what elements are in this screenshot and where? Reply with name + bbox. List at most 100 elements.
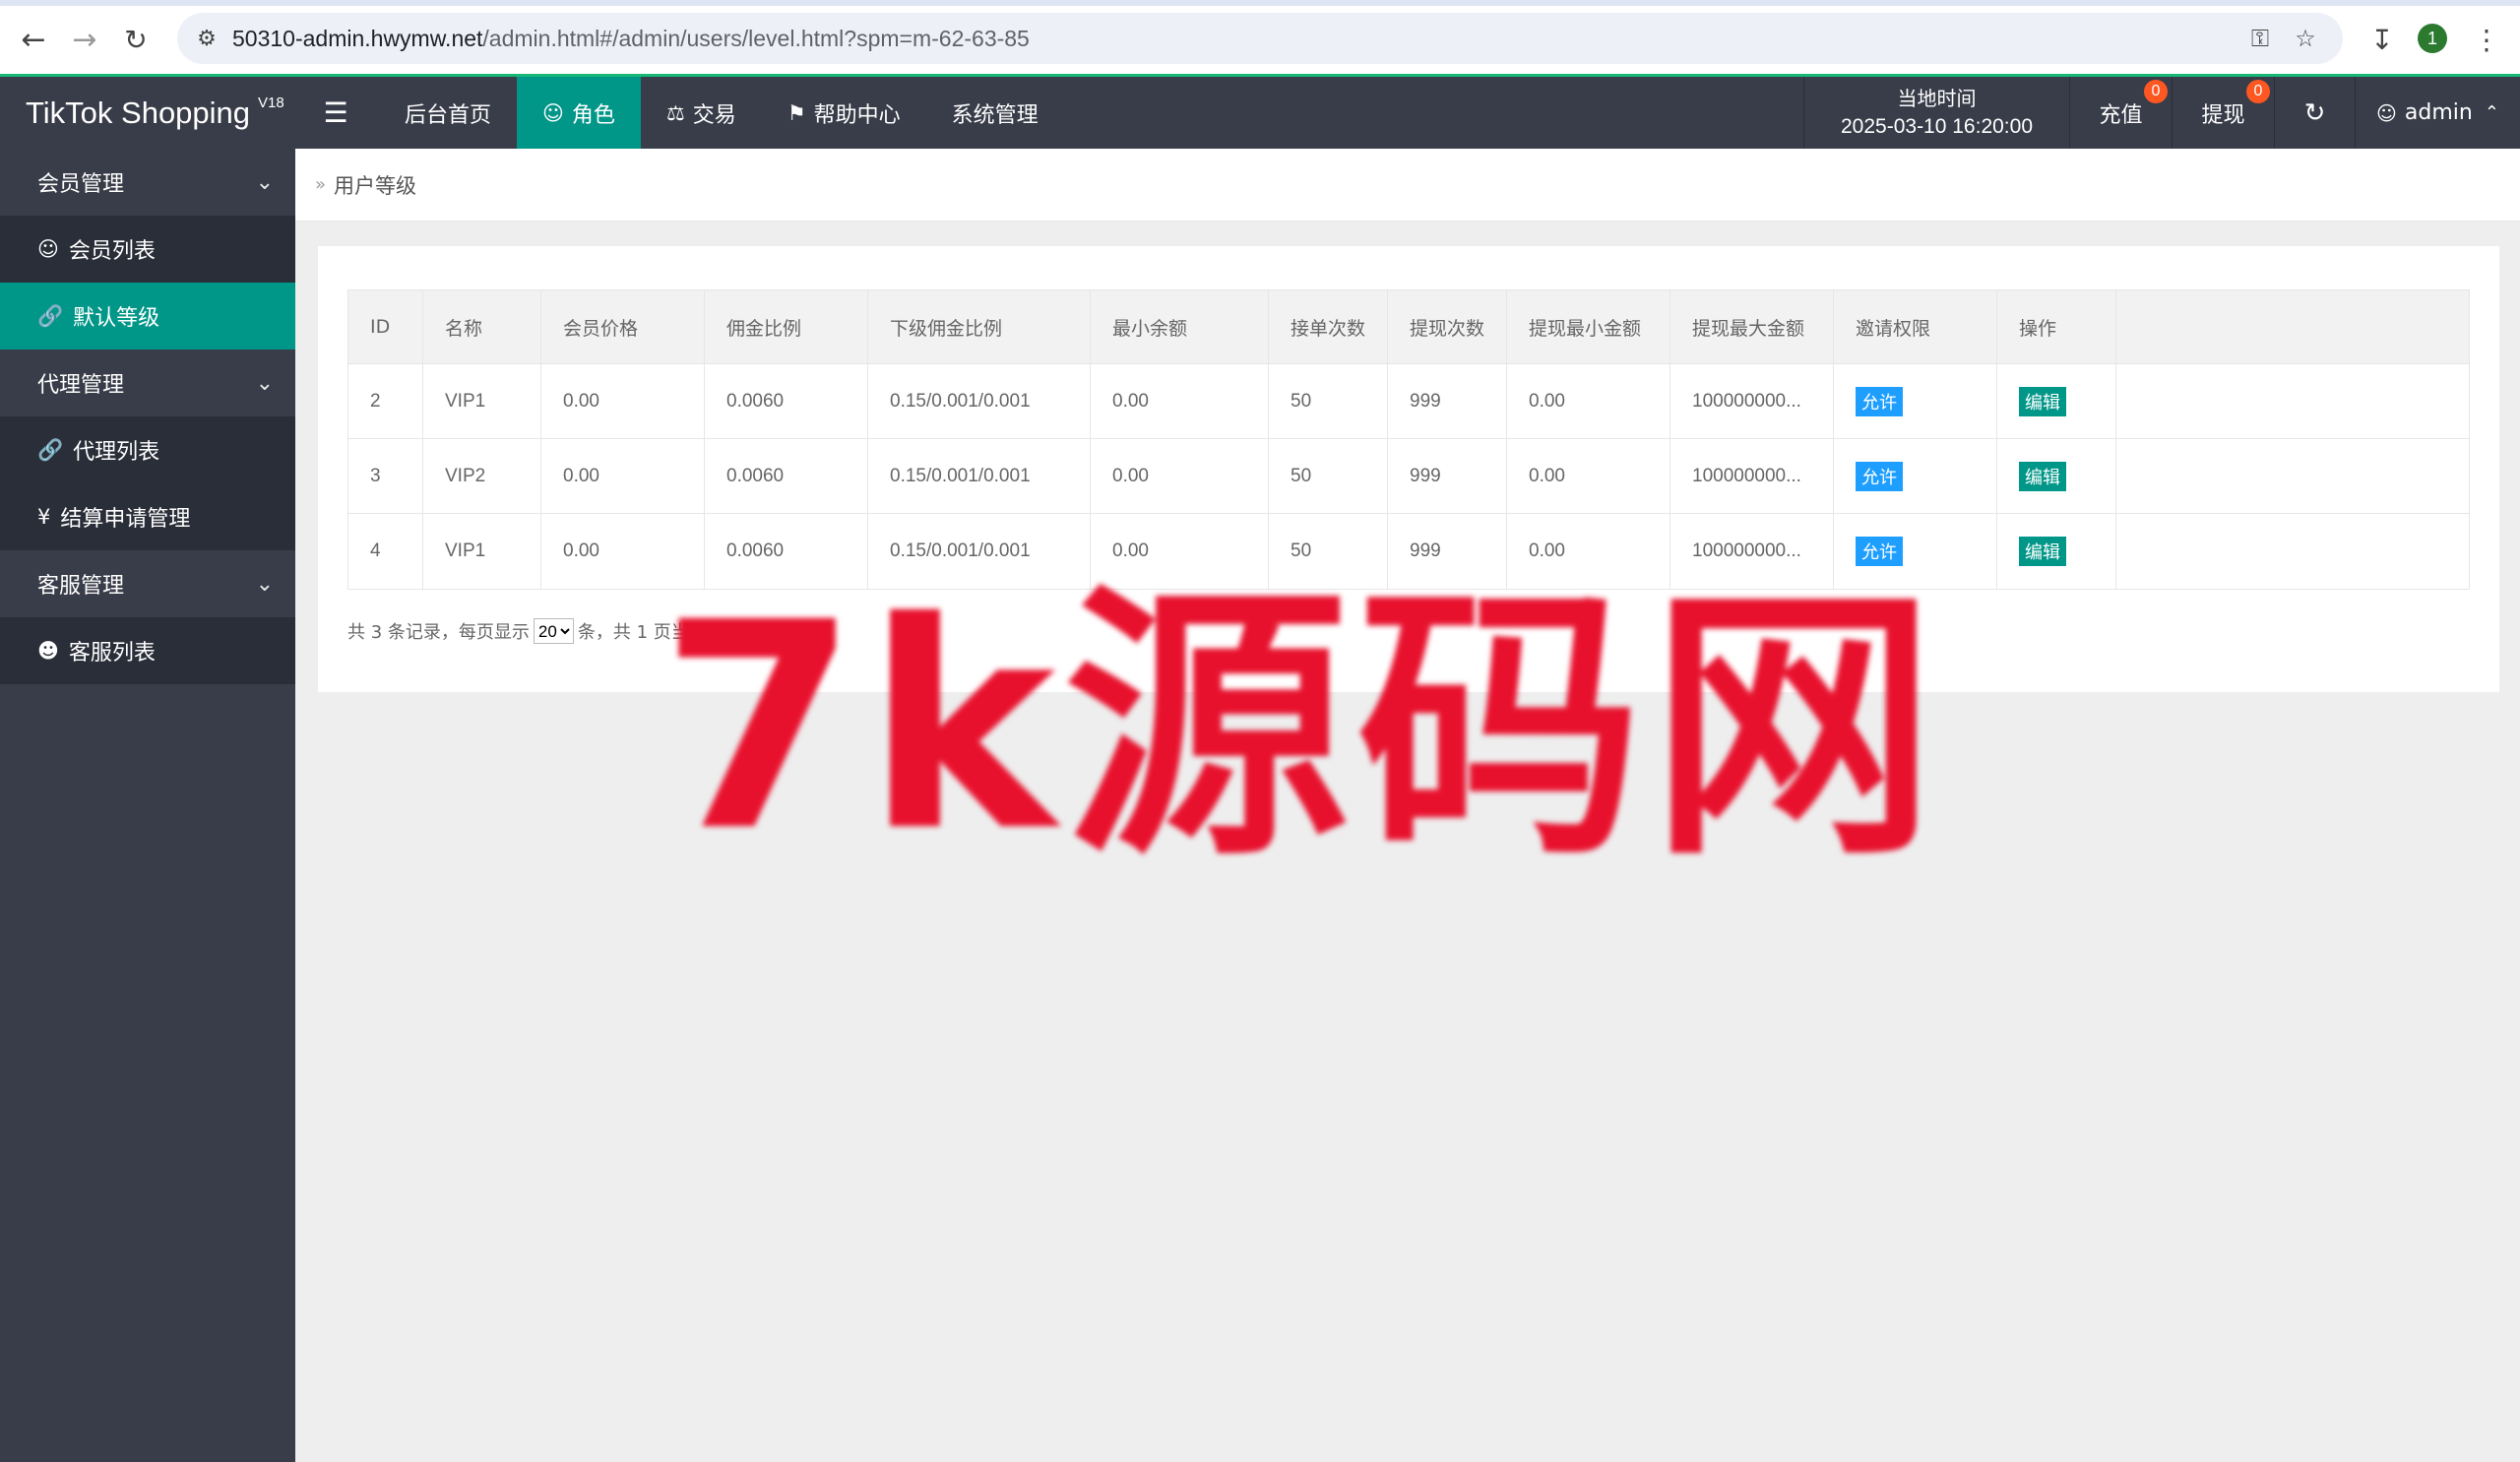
cell-withdraw-count: 999 — [1388, 439, 1507, 513]
level-table: ID 名称 会员价格 佣金比例 下级佣金比例 最小余额 接单次数 提现次数 提现… — [347, 289, 2470, 590]
column-header: 操作 — [1997, 290, 2116, 363]
refresh-icon[interactable]: ↻ — [2274, 77, 2355, 149]
chevron-up-icon: ⌃ — [2484, 102, 2499, 123]
cell-name: VIP1 — [423, 364, 541, 438]
app-logo[interactable]: TikTok Shopping V18 — [0, 77, 295, 149]
cell-withdraw-max: 100000000... — [1670, 364, 1834, 438]
link-icon: 🔗 — [37, 437, 64, 462]
cell-sub-commission: 0.15/0.001/0.001 — [868, 439, 1091, 513]
cell-name: VIP2 — [423, 439, 541, 513]
recharge-badge: 0 — [2144, 80, 2168, 103]
user-icon: ☺ — [542, 100, 564, 125]
sidebar-item-label: 默认等级 — [73, 306, 160, 331]
sidebar-item-settlement[interactable]: ¥ 结算申请管理 — [0, 483, 295, 550]
url-host: 50310-admin.hwymw.net — [232, 26, 483, 51]
allow-tag[interactable]: 允许 — [1856, 461, 1903, 491]
recharge-button[interactable]: 充值 0 — [2069, 77, 2172, 149]
recharge-label: 充值 — [2099, 102, 2143, 128]
cell-invite: 允许 — [1834, 439, 1997, 513]
address-bar[interactable]: ⚙ 50310-admin.hwymw.net/admin.html#/admi… — [177, 13, 2343, 64]
nav-trade[interactable]: ⚖ 交易 — [641, 77, 762, 149]
cell-name: VIP1 — [423, 514, 541, 589]
nav-help[interactable]: ⚑ 帮助中心 — [762, 77, 926, 149]
edit-button[interactable]: 编辑 — [2019, 461, 2066, 491]
sidebar-item-member-list[interactable]: ☺ 会员列表 — [0, 216, 295, 283]
withdraw-button[interactable]: 提现 0 — [2172, 77, 2274, 149]
cell-spacer — [2116, 439, 2469, 513]
cell-price: 0.00 — [541, 439, 705, 513]
sidebar-item-service-list[interactable]: ☻ 客服列表 — [0, 617, 295, 684]
sidebar-group-label: 代理管理 — [37, 373, 125, 398]
cell-withdraw-min: 0.00 — [1507, 439, 1670, 513]
cell-id: 2 — [348, 364, 423, 438]
sidebar-group-members[interactable]: 会员管理 ⌄ — [0, 149, 295, 216]
page-size-select[interactable]: 20 — [533, 618, 574, 644]
sidebar-item-agent-list[interactable]: 🔗 代理列表 — [0, 416, 295, 483]
cell-withdraw-min: 0.00 — [1507, 364, 1670, 438]
sidebar-group-label: 客服管理 — [37, 574, 125, 599]
edit-button[interactable]: 编辑 — [2019, 537, 2066, 566]
sidebar-item-label: 代理列表 — [73, 440, 160, 465]
column-header: 接单次数 — [1269, 290, 1388, 363]
table-row: 2 VIP1 0.00 0.0060 0.15/0.001/0.001 0.00… — [348, 364, 2469, 439]
allow-tag[interactable]: 允许 — [1856, 386, 1903, 416]
column-header: ID — [348, 290, 423, 363]
reload-icon[interactable]: ↻ — [116, 20, 156, 59]
edit-button[interactable]: 编辑 — [2019, 386, 2066, 416]
url-path: /admin.html#/admin/users/level.html?spm=… — [482, 26, 1030, 51]
cell-sub-commission: 0.15/0.001/0.001 — [868, 364, 1091, 438]
cell-commission: 0.0060 — [705, 439, 868, 513]
back-icon[interactable]: ← — [14, 20, 53, 59]
column-header: 提现最小金额 — [1507, 290, 1670, 363]
sidebar-item-label: 会员列表 — [68, 239, 156, 264]
cell-min-balance: 0.00 — [1091, 364, 1269, 438]
chevron-down-icon: ⌄ — [255, 370, 274, 396]
chevron-down-icon: ⌄ — [255, 169, 274, 195]
column-header: 下级佣金比例 — [868, 290, 1091, 363]
watermark: 7k源码网 — [660, 562, 1944, 894]
cell-spacer — [2116, 514, 2469, 589]
menu-toggle-icon[interactable]: ☰ — [313, 77, 358, 149]
browser-toolbar: ← → ↻ ⚙ 50310-admin.hwymw.net/admin.html… — [0, 0, 2520, 77]
admin-user-icon: ☺ — [2376, 100, 2397, 125]
profile-avatar[interactable]: 1 — [2418, 24, 2447, 53]
nav-system[interactable]: 系统管理 — [926, 77, 1064, 149]
nav-home[interactable]: 后台首页 — [379, 77, 517, 149]
sidebar-item-default-level[interactable]: 🔗 默认等级 — [0, 283, 295, 350]
column-header: 佣金比例 — [705, 290, 868, 363]
star-icon[interactable]: ☆ — [2290, 23, 2321, 54]
admin-menu[interactable]: ☺ admin ⌃ — [2355, 77, 2520, 149]
app-header: TikTok Shopping V18 ☰ 后台首页 ☺ 角色 ⚖ 交易 ⚑ 帮助中心 … — [0, 77, 2520, 149]
site-settings-icon[interactable]: ⚙ — [191, 23, 222, 54]
cell-withdraw-count: 999 — [1388, 364, 1507, 438]
nav-help-label: 帮助中心 — [813, 102, 901, 128]
admin-name: admin — [2404, 100, 2473, 125]
url-text[interactable]: 50310-admin.hwymw.net/admin.html#/admin/… — [232, 23, 1030, 54]
column-header: 名称 — [423, 290, 541, 363]
cell-action: 编辑 — [1997, 439, 2116, 513]
double-chevron-icon: » — [315, 174, 327, 195]
cell-id: 3 — [348, 439, 423, 513]
breadcrumb-current: 用户等级 — [334, 173, 417, 198]
sidebar-group-service[interactable]: 客服管理 ⌄ — [0, 550, 295, 617]
table-row: 3 VIP2 0.00 0.0060 0.15/0.001/0.001 0.00… — [348, 439, 2469, 514]
column-spacer — [2116, 290, 2469, 363]
cell-invite: 允许 — [1834, 364, 1997, 438]
breadcrumb: » 用户等级 — [295, 149, 2520, 222]
nav-role[interactable]: ☺ 角色 — [517, 77, 641, 149]
forward-icon[interactable]: → — [65, 20, 104, 59]
withdraw-badge: 0 — [2246, 80, 2270, 103]
sidebar-group-agents[interactable]: 代理管理 ⌄ — [0, 350, 295, 416]
download-icon[interactable]: ↧ — [2362, 20, 2402, 59]
scale-icon: ⚖ — [665, 100, 685, 125]
nav-home-label: 后台首页 — [405, 102, 492, 128]
menu-dots-icon[interactable]: ⋮ — [2467, 20, 2506, 59]
column-header: 邀请权限 — [1834, 290, 1997, 363]
sidebar: 会员管理 ⌄ ☺ 会员列表 🔗 默认等级 代理管理 ⌄ 🔗 代理列表 ¥ 结算申… — [0, 149, 295, 1462]
column-header: 会员价格 — [541, 290, 705, 363]
withdraw-label: 提现 — [2201, 102, 2245, 128]
pager-prefix: 共 3 条记录，每页显示 — [347, 622, 530, 643]
key-icon[interactable]: ⚿ — [2244, 23, 2276, 54]
cell-order-count: 50 — [1269, 439, 1388, 513]
time-label: 当地时间 — [1897, 86, 1977, 110]
